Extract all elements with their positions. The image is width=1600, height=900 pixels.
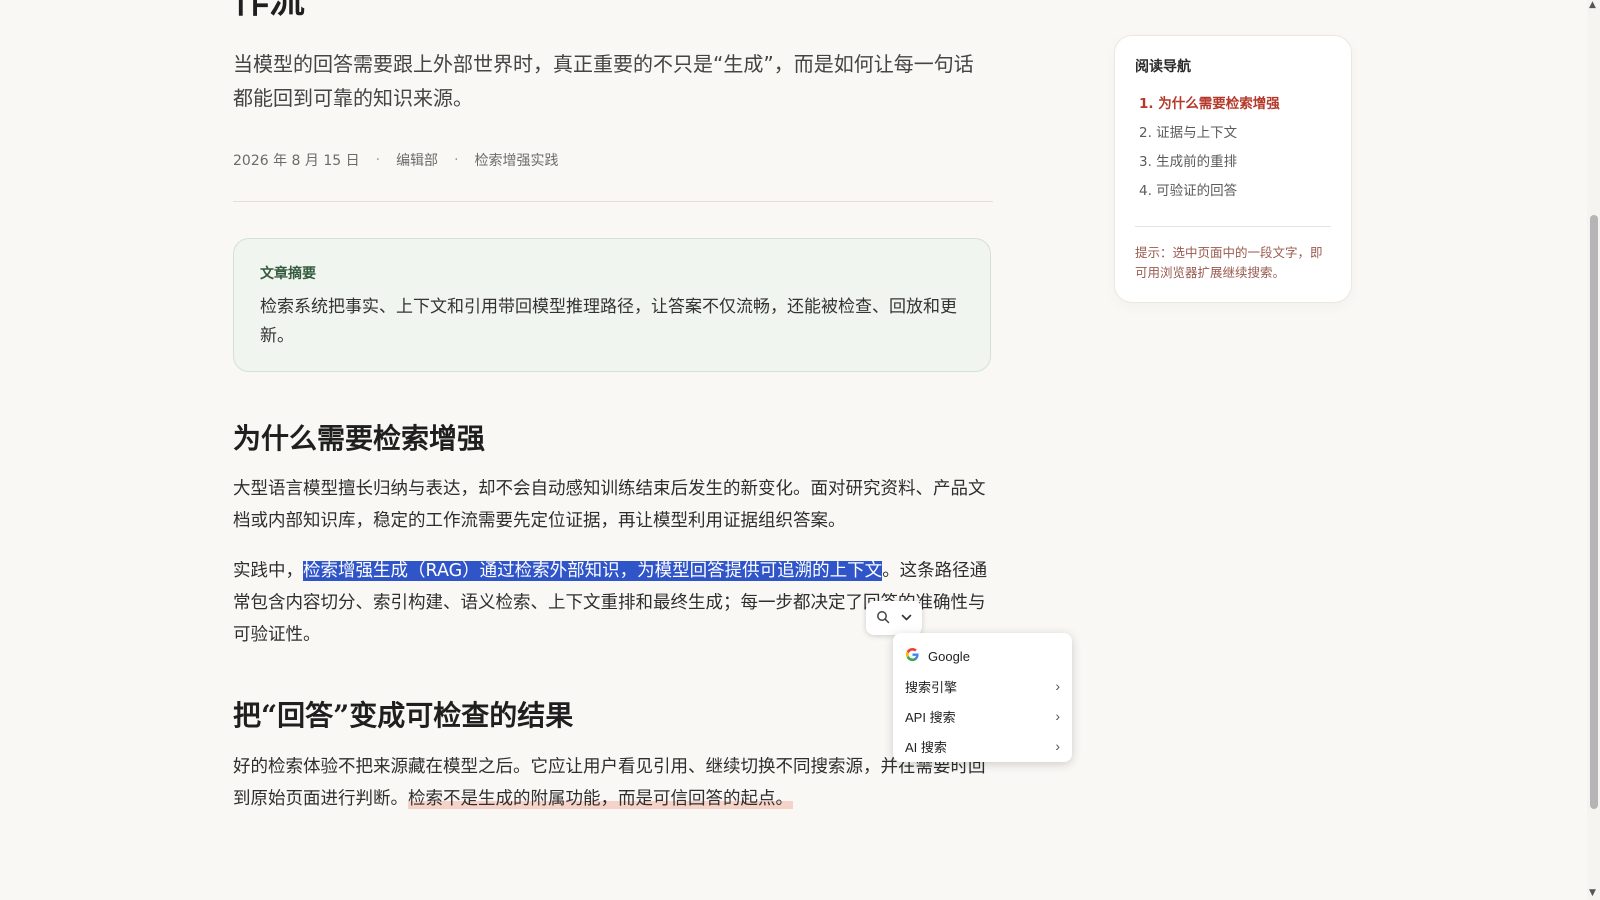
- menu-item-ai-search[interactable]: AI 搜索 ›: [893, 731, 1072, 761]
- meta-separator: ·: [375, 152, 381, 168]
- summary-text: 检索系统把事实、上下文和引用带回模型推理路径，让答案不仅流畅，还能被检查、回放和…: [260, 297, 957, 346]
- summary-title: 文章摘要: [260, 266, 316, 282]
- menu-item-label: AI 搜索: [905, 739, 947, 755]
- toc-item-4[interactable]: 4. 可验证的回答: [1135, 177, 1331, 206]
- reading-nav: 阅读导航 1. 为什么需要检索增强 2. 证据与上下文 3. 生成前的重排 4.…: [1114, 35, 1352, 303]
- scrollbar-thumb[interactable]: [1590, 215, 1598, 809]
- paragraph-with-highlight: 好的检索体验不把来源藏在模型之后。它应让用户看见引用、继续切换不同搜索源，并在需…: [233, 751, 993, 815]
- article-lead: 当模型的回答需要跟上外部世界时，真正重要的不只是“生成”，而是如何让每一句话都能…: [233, 52, 974, 110]
- reading-nav-hint: 提示：选中页面中的一段文字，即可用浏览器扩展继续搜索。: [1135, 245, 1323, 280]
- reading-nav-title: 阅读导航: [1135, 59, 1191, 75]
- divider: [1135, 226, 1331, 227]
- menu-item-google[interactable]: Google: [893, 641, 1072, 671]
- paragraph-text: 实践中，: [233, 561, 303, 581]
- chevron-down-icon[interactable]: [900, 609, 913, 628]
- menu-item-search-engines[interactable]: 搜索引擎 ›: [893, 671, 1072, 701]
- article-title: 作流: [233, 0, 306, 21]
- menu-item-label: 搜索引擎: [905, 679, 958, 695]
- section-heading-verifiable: 把“回答”变成可检查的结果: [233, 699, 574, 732]
- divider: [233, 201, 993, 202]
- google-icon: [905, 647, 920, 666]
- meta-separator: ·: [454, 152, 459, 168]
- chevron-right-icon: ›: [1055, 708, 1060, 724]
- toc-item-1[interactable]: 1. 为什么需要检索增强: [1135, 90, 1331, 119]
- menu-item-label: Google: [928, 648, 970, 664]
- menu-item-label: API 搜索: [905, 709, 956, 725]
- chevron-right-icon: ›: [1055, 678, 1060, 694]
- article-meta: 2026 年 8 月 15 日 · 编辑部 · 检索增强实践: [233, 150, 559, 170]
- search-icon[interactable]: [876, 609, 890, 628]
- chevron-right-icon: ›: [1055, 738, 1060, 754]
- scroll-up-arrow-icon[interactable]: ▲: [1589, 0, 1596, 10]
- meta-category[interactable]: 检索增强实践: [475, 150, 559, 170]
- section-heading-why-rag: 为什么需要检索增强: [233, 422, 486, 455]
- toc-item-2[interactable]: 2. 证据与上下文: [1135, 119, 1331, 148]
- selection-mini-toolbar: [866, 601, 922, 635]
- meta-author[interactable]: 编辑部: [396, 150, 438, 170]
- menu-item-api-search[interactable]: API 搜索 ›: [893, 701, 1072, 731]
- summary-box: 文章摘要 检索系统把事实、上下文和引用带回模型推理路径，让答案不仅流畅，还能被检…: [233, 238, 991, 372]
- paragraph: 大型语言模型擅长归纳与表达，却不会自动感知训练结束后发生的新变化。面对研究资料、…: [233, 479, 986, 531]
- scroll-down-arrow-icon[interactable]: ▼: [1589, 888, 1596, 898]
- search-menu: Google 搜索引擎 › API 搜索 › AI 搜索 ›: [893, 633, 1072, 762]
- selected-text[interactable]: 检索增强生成（RAG）通过检索外部知识，为模型回答提供可追溯的上下文: [303, 561, 883, 581]
- highlighted-text: 检索不是生成的附属功能，而是可信回答的起点。: [408, 789, 793, 809]
- toc-item-3[interactable]: 3. 生成前的重排: [1135, 148, 1331, 177]
- meta-date: 2026 年 8 月 15 日: [233, 153, 360, 169]
